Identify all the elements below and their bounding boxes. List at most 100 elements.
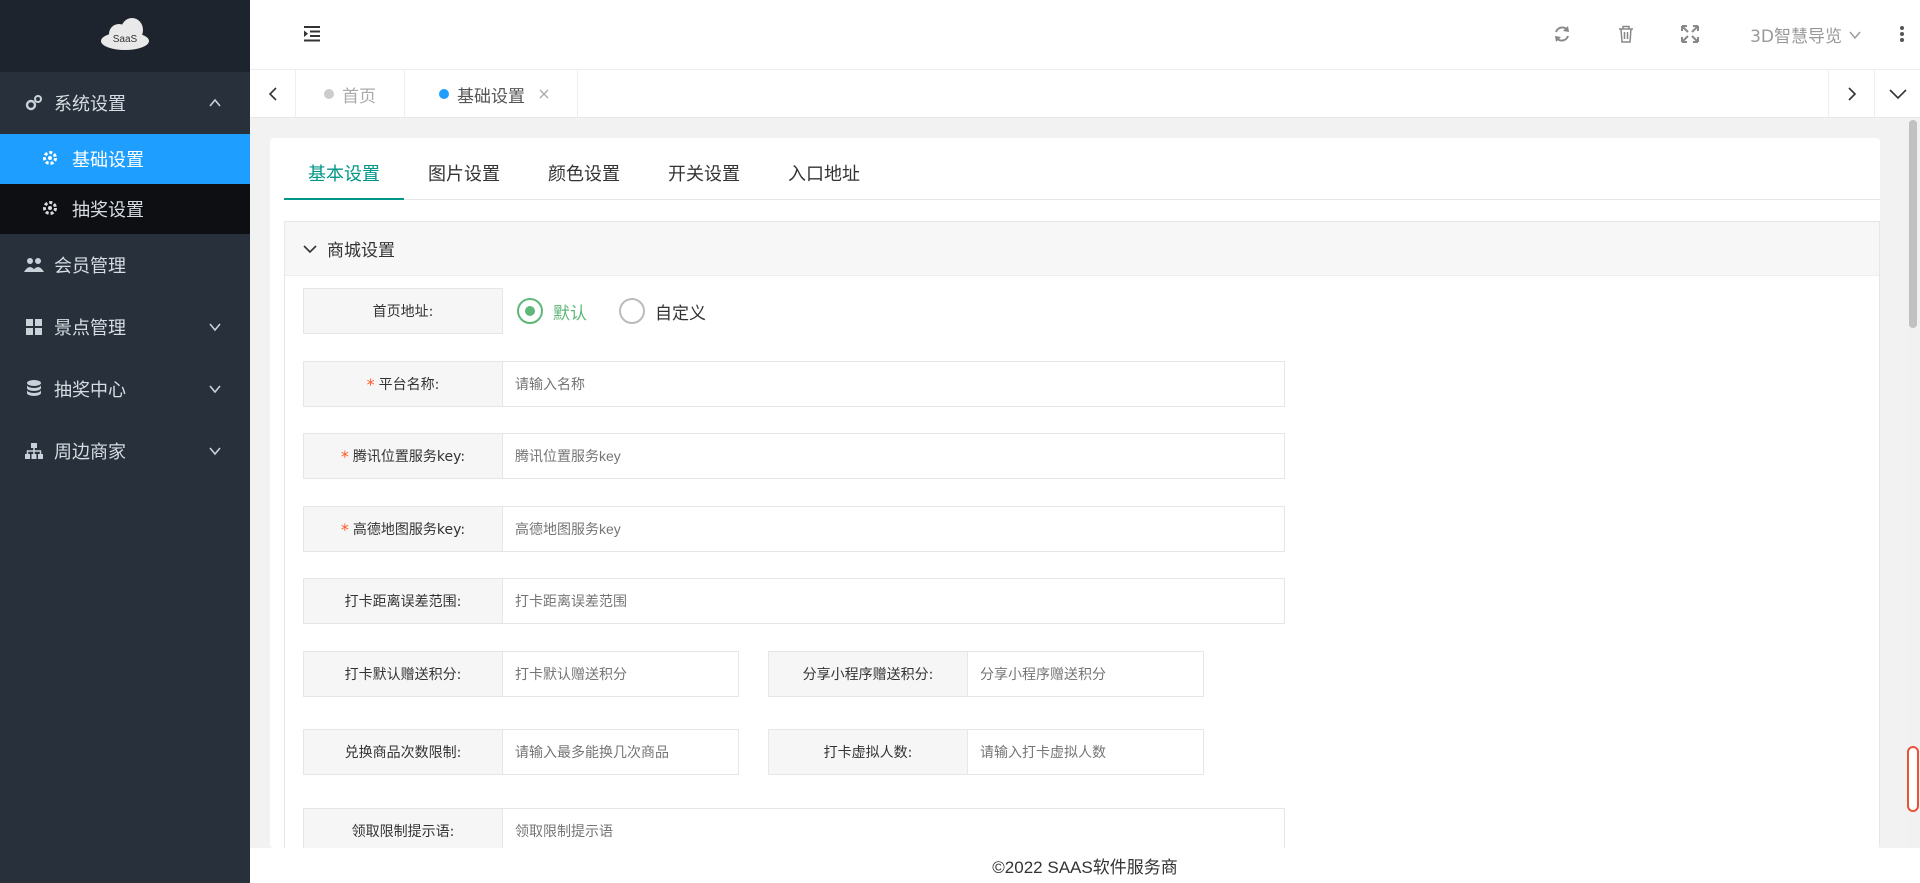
sub-item-label: 基础设置	[72, 150, 144, 171]
homepage-row: 首页地址: 默认 自定义	[303, 288, 738, 334]
sub-item-lottery-settings[interactable]: 抽奖设置	[0, 184, 250, 234]
close-icon[interactable]	[539, 89, 549, 99]
gear-icon	[42, 200, 60, 218]
tab-basic-settings[interactable]: 基本设置	[284, 150, 404, 200]
menu-item-lottery-center[interactable]: 抽奖中心	[0, 358, 250, 420]
page-tab-label: 首页	[342, 86, 376, 107]
page-tab-label: 基础设置	[457, 86, 525, 107]
radio-custom[interactable]: 自定义	[619, 298, 706, 324]
checkin-points-label: 打卡默认赠送积分:	[303, 651, 503, 697]
radio-default[interactable]: 默认	[517, 298, 587, 324]
virtual-checkin-row: 打卡虚拟人数:	[768, 729, 1204, 775]
sub-item-label: 抽奖设置	[72, 200, 144, 221]
chevron-right-icon	[1847, 87, 1856, 101]
database-icon	[24, 379, 44, 399]
scroll-indicator[interactable]	[1907, 746, 1919, 812]
radio-circle	[517, 298, 543, 324]
user-dropdown[interactable]: 3D智慧导览	[1750, 22, 1862, 47]
radio-circle	[619, 298, 645, 324]
panel-title: 商城设置	[327, 241, 395, 261]
logo-text: SaaS	[112, 34, 138, 45]
chevron-down-icon	[1888, 89, 1907, 100]
menu-label: 会员管理	[54, 256, 126, 277]
exchange-limit-row: 兑换商品次数限制:	[303, 729, 739, 775]
page-tab-basic-settings[interactable]: 基础设置	[411, 70, 578, 118]
amap-key-label: * 高德地图服务key:	[303, 506, 503, 552]
sitemap-icon	[24, 441, 44, 461]
indent-icon[interactable]	[300, 22, 324, 46]
users-icon	[24, 255, 44, 275]
cloud-logo-icon: SaaS	[101, 18, 149, 50]
footer-text: ©2022 SAAS软件服务商	[992, 858, 1178, 877]
tabs-next-button[interactable]	[1828, 70, 1874, 118]
tabs-menu-button[interactable]	[1874, 70, 1920, 118]
logo[interactable]: SaaS	[0, 0, 250, 72]
refresh-icon[interactable]	[1550, 22, 1574, 46]
menu-item-system-settings[interactable]: 系统设置	[0, 72, 250, 134]
tab-entry-url[interactable]: 入口地址	[764, 150, 884, 200]
grid-icon	[24, 317, 44, 337]
top-header: 3D智慧导览	[250, 0, 1920, 70]
more-vertical-icon[interactable]	[1890, 22, 1914, 46]
page-scrollbar[interactable]	[1906, 118, 1920, 848]
tencent-key-input[interactable]	[503, 433, 1285, 479]
checkin-range-row: 打卡距离误差范围:	[303, 578, 1285, 624]
chevron-down-icon	[303, 244, 317, 253]
sub-item-basic-settings[interactable]: 基础设置	[0, 134, 250, 184]
platform-name-label: * 平台名称:	[303, 361, 503, 407]
homepage-label: 首页地址:	[303, 288, 503, 334]
menu-label: 景点管理	[54, 318, 126, 339]
share-points-row: 分享小程序赠送积分:	[768, 651, 1204, 697]
virtual-checkin-label: 打卡虚拟人数:	[768, 729, 968, 775]
chevron-down-icon	[209, 385, 221, 394]
chevron-down-icon	[209, 447, 221, 456]
platform-name-input[interactable]	[503, 361, 1285, 407]
virtual-checkin-input[interactable]	[968, 729, 1204, 775]
exchange-limit-input[interactable]	[503, 729, 739, 775]
menu-label: 系统设置	[54, 94, 126, 115]
platform-name-row: * 平台名称:	[303, 361, 1285, 407]
checkin-points-row: 打卡默认赠送积分:	[303, 651, 739, 697]
limit-tip-label: 领取限制提示语:	[303, 808, 503, 848]
menu-label: 抽奖中心	[54, 380, 126, 401]
footer: ©2022 SAAS软件服务商	[250, 848, 1920, 883]
chevron-down-icon	[209, 323, 221, 332]
chevron-down-icon	[1849, 31, 1861, 39]
tab-color-settings[interactable]: 颜色设置	[524, 150, 644, 200]
share-points-input[interactable]	[968, 651, 1204, 697]
limit-tip-input[interactable]	[503, 808, 1285, 848]
page-tab-home[interactable]: 首页	[296, 70, 405, 118]
menu-item-nearby-merchants[interactable]: 周边商家	[0, 420, 250, 482]
tab-image-settings[interactable]: 图片设置	[404, 150, 524, 200]
amap-key-input[interactable]	[503, 506, 1285, 552]
tabs-prev-button[interactable]	[250, 70, 296, 118]
menu-item-members[interactable]: 会员管理	[0, 234, 250, 296]
tab-switch-settings[interactable]: 开关设置	[644, 150, 764, 200]
checkin-range-input[interactable]	[503, 578, 1285, 624]
fullscreen-icon[interactable]	[1678, 22, 1702, 46]
chevron-up-icon	[209, 98, 221, 107]
sidebar: SaaS 系统设置 基础设置 抽奖设置 会员管理 景点管理 抽奖中心 周边商家	[0, 0, 250, 883]
submenu-system-settings: 基础设置 抽奖设置	[0, 134, 250, 234]
tencent-key-label: * 腾讯位置服务key:	[303, 433, 503, 479]
menu-label: 周边商家	[54, 442, 126, 463]
share-points-label: 分享小程序赠送积分:	[768, 651, 968, 697]
tab-dot-icon	[439, 89, 449, 99]
checkin-points-input[interactable]	[503, 651, 739, 697]
gears-icon	[24, 93, 44, 113]
limit-tip-row: 领取限制提示语:	[303, 808, 1285, 848]
panel-header[interactable]: 商城设置	[285, 222, 1879, 276]
trash-icon[interactable]	[1614, 22, 1638, 46]
menu-item-scenic-spots[interactable]: 景点管理	[0, 296, 250, 358]
content-tabs: 基本设置 图片设置 颜色设置 开关设置 入口地址	[284, 150, 1880, 200]
scrollbar-thumb[interactable]	[1909, 120, 1917, 328]
user-label: 3D智慧导览	[1750, 27, 1842, 47]
radio-label: 自定义	[655, 303, 706, 324]
radio-label: 默认	[553, 303, 587, 324]
tencent-key-row: * 腾讯位置服务key:	[303, 433, 1285, 479]
page-tabs-bar: 首页 基础设置	[250, 70, 1920, 118]
gear-icon	[42, 150, 60, 168]
chevron-left-icon	[268, 87, 277, 101]
exchange-limit-label: 兑换商品次数限制:	[303, 729, 503, 775]
amap-key-row: * 高德地图服务key:	[303, 506, 1285, 552]
